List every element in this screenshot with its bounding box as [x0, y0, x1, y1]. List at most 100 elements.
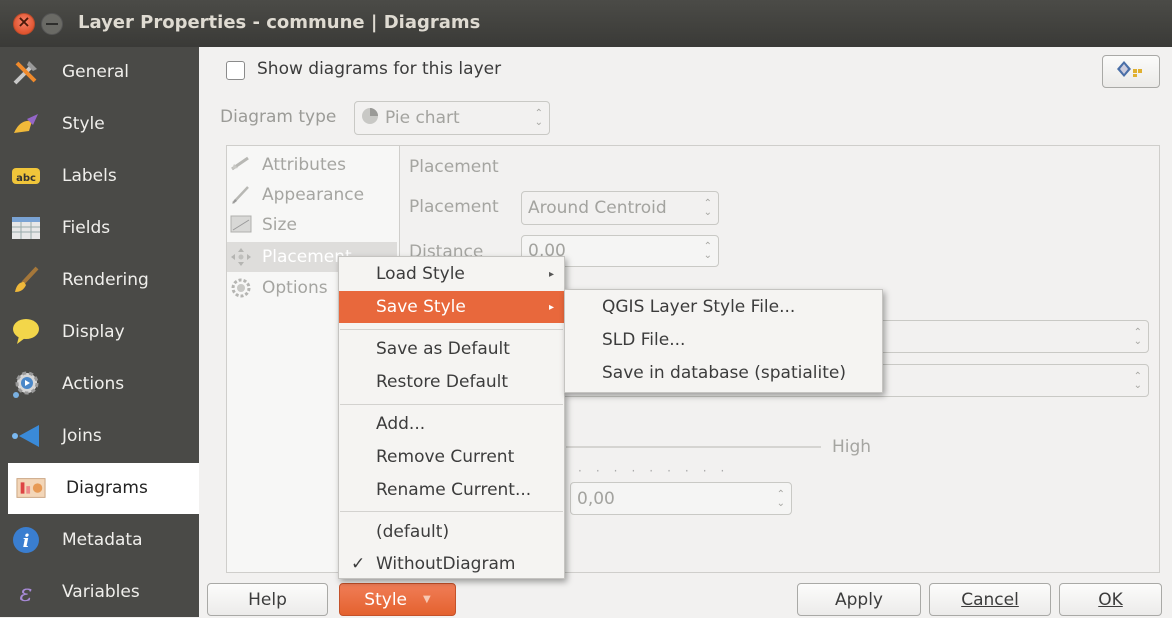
table-icon [11, 213, 41, 243]
sidebar-item-variables[interactable]: ε Variables [0, 567, 199, 618]
cancel-button[interactable]: Cancel [929, 583, 1051, 616]
sidebar: General Style abc Labels Fields Renderin… [0, 47, 199, 617]
placement-section-title: Placement [409, 157, 499, 177]
sidebar-item-labels[interactable]: abc Labels [0, 151, 199, 202]
sidebar-item-metadata[interactable]: i Metadata [0, 515, 199, 566]
sidebar-item-label: Labels [62, 166, 117, 186]
spin-arrows-icon: ⌃ ⌄ [703, 241, 712, 261]
legend-icon [1116, 60, 1146, 83]
sidebar-item-joins[interactable]: Joins [0, 411, 199, 462]
menu-item-qgis-layer-style-file[interactable]: QGIS Layer Style File... [565, 291, 882, 323]
zindex-spinbox[interactable]: 0,00 ⌃ ⌄ [570, 482, 792, 515]
menu-item-add[interactable]: Add... [339, 408, 564, 440]
sidebar-item-label: Joins [62, 426, 102, 446]
minimize-window-button[interactable] [41, 13, 63, 35]
help-button[interactable]: Help [207, 583, 328, 616]
ok-button[interactable]: OK [1059, 583, 1162, 616]
placement-value: Around Centroid [528, 198, 667, 218]
title-bar: × Layer Properties - commune | Diagrams [0, 0, 1172, 47]
spin-arrows-icon: ⌃ ⌄ [534, 108, 543, 128]
close-icon: × [17, 12, 31, 31]
style-button[interactable]: Style ▼ [339, 583, 456, 616]
menu-separator [340, 511, 563, 512]
diagram-type-label: Diagram type [220, 107, 337, 127]
style-menu: Load Style ▸ Save Style ▸ Save as Defaul… [338, 256, 565, 579]
menu-item-save-style[interactable]: Save Style ▸ [339, 291, 564, 323]
epsilon-icon: ε [11, 577, 41, 607]
menu-item-save-as-default[interactable]: Save as Default [339, 333, 564, 365]
paintbrush-icon [11, 109, 41, 139]
brush-icon [11, 265, 41, 295]
svg-text:abc: abc [16, 173, 36, 184]
tab-attributes[interactable]: Attributes [230, 152, 346, 178]
pie-chart-icon [361, 107, 379, 130]
menu-item-sld-file[interactable]: SLD File... [565, 324, 882, 356]
slider-ticks: ········· [578, 464, 739, 478]
sidebar-item-label: Metadata [62, 530, 143, 550]
join-icon [11, 421, 41, 451]
menu-item-save-in-database[interactable]: Save in database (spatialite) [565, 357, 882, 389]
save-style-submenu: QGIS Layer Style File... SLD File... Sav… [564, 289, 883, 393]
gear-icon [11, 369, 41, 399]
menu-item-remove-current[interactable]: Remove Current [339, 441, 564, 473]
apply-button[interactable]: Apply [797, 583, 921, 616]
sidebar-item-display[interactable]: Display [0, 307, 199, 358]
spin-arrows-icon: ⌃ ⌄ [703, 198, 712, 218]
attributes-icon [230, 155, 252, 175]
sidebar-item-general[interactable]: General [0, 47, 199, 98]
submenu-arrow-icon: ▸ [548, 301, 554, 313]
svg-text:i: i [23, 531, 30, 552]
sidebar-item-label: Diagrams [66, 478, 148, 498]
placement-icon [230, 247, 252, 267]
spin-arrows-icon: ⌃ ⌄ [776, 488, 785, 509]
menu-item-load-style[interactable]: Load Style ▸ [339, 258, 564, 290]
zindex-value: 0,00 [577, 488, 615, 509]
window-title: Layer Properties - commune | Diagrams [78, 12, 481, 33]
size-icon [230, 215, 252, 235]
sidebar-item-label: Rendering [62, 270, 149, 290]
abc-label-icon: abc [11, 161, 41, 191]
sidebar-item-actions[interactable]: Actions [0, 359, 199, 410]
menu-item-default-style[interactable]: (default) [339, 516, 564, 548]
svg-text:ε: ε [20, 579, 33, 607]
info-icon: i [11, 525, 41, 555]
dropdown-arrow-icon: ▼ [423, 594, 431, 605]
checkmark-icon: ✓ [351, 554, 366, 574]
sidebar-item-label: Fields [62, 218, 111, 238]
diagram-type-value: Pie chart [385, 108, 460, 128]
minimize-icon [46, 23, 58, 25]
legend-options-button[interactable] [1102, 55, 1160, 88]
sidebar-item-style[interactable]: Style [0, 99, 199, 150]
spin-arrows-icon: ⌃ ⌄ [1133, 326, 1142, 347]
menu-separator [340, 404, 563, 405]
sidebar-item-fields[interactable]: Fields [0, 203, 199, 254]
sidebar-item-label: Display [62, 322, 125, 342]
show-diagrams-checkbox[interactable] [226, 61, 245, 80]
tab-options[interactable]: Options [230, 275, 328, 301]
placement-select[interactable]: Around Centroid ⌃ ⌄ [521, 191, 719, 225]
tools-icon [11, 57, 41, 87]
appearance-icon [230, 185, 252, 205]
menu-item-restore-default[interactable]: Restore Default [339, 366, 564, 398]
diagram-type-select[interactable]: Pie chart ⌃ ⌄ [354, 101, 550, 135]
close-window-button[interactable]: × [13, 12, 35, 35]
sidebar-item-diagrams[interactable]: Diagrams [8, 463, 199, 514]
tab-size[interactable]: Size [230, 212, 297, 238]
menu-separator [340, 329, 563, 330]
speech-bubble-icon [11, 317, 41, 347]
menu-item-rename-current[interactable]: Rename Current... [339, 474, 564, 506]
sidebar-item-label: General [62, 62, 129, 82]
sidebar-item-label: Actions [62, 374, 125, 394]
submenu-arrow-icon: ▸ [548, 268, 554, 280]
sidebar-item-label: Style [62, 114, 105, 134]
options-gear-icon [230, 278, 252, 298]
tab-appearance[interactable]: Appearance [230, 182, 364, 208]
sidebar-item-rendering[interactable]: Rendering [0, 255, 199, 306]
priority-high-label: High [832, 437, 872, 457]
sidebar-item-label: Variables [62, 582, 140, 602]
show-diagrams-label: Show diagrams for this layer [257, 59, 502, 79]
priority-slider[interactable] [566, 446, 821, 448]
menu-item-without-diagram[interactable]: ✓ WithoutDiagram [339, 548, 564, 580]
diagram-icon [16, 473, 46, 503]
spin-arrows-icon: ⌃ ⌄ [1133, 370, 1142, 391]
